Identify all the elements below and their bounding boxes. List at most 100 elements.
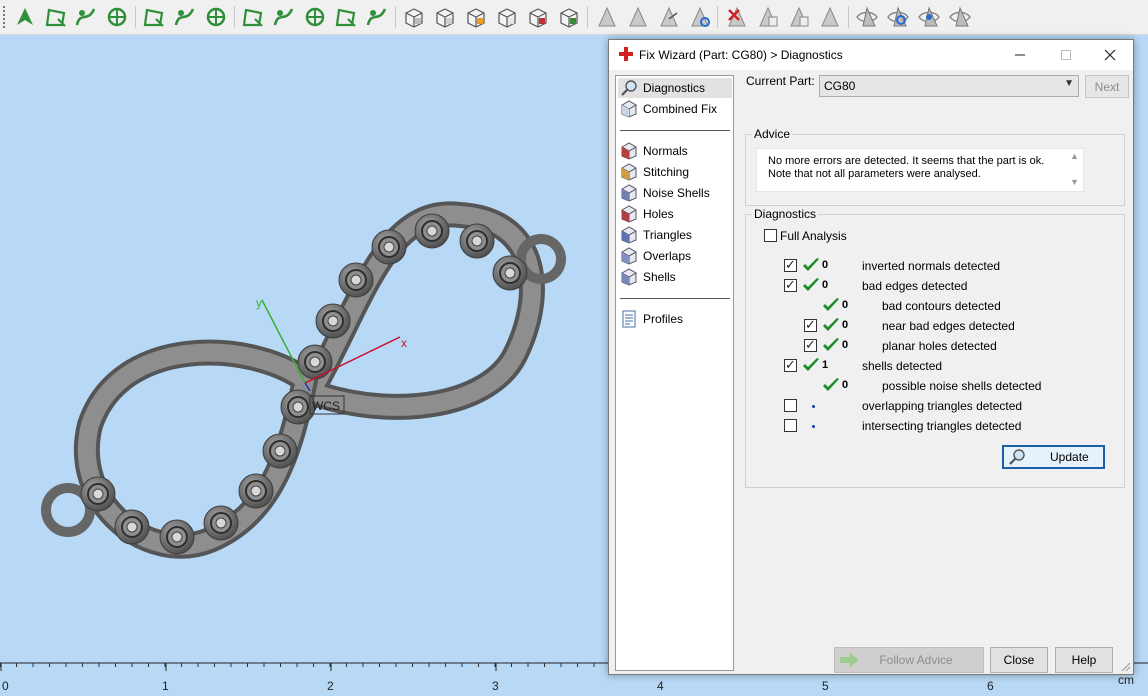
minimize-button[interactable]	[997, 40, 1043, 70]
current-part-select[interactable]: CG80 ▼	[819, 75, 1079, 97]
minimize-icon	[1015, 54, 1025, 56]
nav-item-overlaps[interactable]: Overlaps	[618, 246, 732, 266]
arrow-cursor-icon	[17, 8, 33, 25]
triangle-arrow-button[interactable]	[656, 4, 682, 30]
green-check-icon	[823, 318, 839, 331]
diag-row-label: shells detected	[862, 359, 943, 373]
eye-box-button[interactable]	[947, 4, 973, 30]
nav-item-triangles[interactable]: Triangles	[618, 225, 732, 245]
cube-green-button[interactable]	[556, 4, 582, 30]
ruler-tick-label: 1	[162, 679, 169, 693]
nav-item-label: Noise Shells	[643, 186, 710, 200]
advice-group: Advice No more errors are detected. It s…	[745, 127, 1125, 206]
diag-row-label: overlapping triangles detected	[862, 399, 1023, 413]
cube-view-icon	[405, 8, 423, 28]
cube-shade-button[interactable]	[525, 4, 551, 30]
circle-grid-button[interactable]	[333, 4, 359, 30]
diag-row-checkbox[interactable]	[804, 317, 817, 333]
cube-wire-button[interactable]	[494, 4, 520, 30]
node-select-button[interactable]	[172, 4, 198, 30]
rect-select-icon	[143, 8, 164, 27]
cube-view-button[interactable]	[401, 4, 427, 30]
dialog-titlebar[interactable]: Fix Wizard (Part: CG80) > Diagnostics	[609, 40, 1133, 70]
toolbar-separator	[717, 6, 718, 28]
nav-item-normals[interactable]: Normals	[618, 141, 732, 161]
toolbar-grip[interactable]	[3, 6, 6, 28]
rect-select-button[interactable]	[141, 4, 167, 30]
diag-row-checkbox[interactable]	[784, 357, 797, 373]
triangle-copy-button[interactable]	[755, 4, 781, 30]
nav-item-noise-shells[interactable]: Noise Shells	[618, 183, 732, 203]
cube-color-button[interactable]	[463, 4, 489, 30]
advice-scrollbar[interactable]: ▲ ▼	[1066, 149, 1083, 191]
green-check-icon	[803, 258, 819, 271]
holes-icon	[621, 205, 637, 223]
full-analysis-label: Full Analysis	[780, 229, 847, 243]
triangle-cut-button[interactable]	[625, 4, 651, 30]
triangle-delete-button[interactable]	[724, 4, 750, 30]
close-window-button[interactable]	[1087, 40, 1133, 70]
nav-item-profiles[interactable]: Profiles	[618, 309, 732, 329]
triangles-icon	[621, 226, 637, 244]
eye-blue-button[interactable]	[916, 4, 942, 30]
cube-shade-icon	[529, 8, 547, 28]
eye-refresh-button[interactable]	[885, 4, 911, 30]
diag-row-checkbox[interactable]	[784, 399, 797, 412]
nav-item-stitching[interactable]: Stitching	[618, 162, 732, 182]
help-button[interactable]: Help	[1055, 647, 1113, 673]
diag-row-checkbox[interactable]	[784, 277, 797, 293]
curve-select-icon	[75, 8, 96, 26]
follow-advice-button[interactable]: Follow Advice	[834, 647, 984, 673]
nav-item-diagnostics[interactable]: Diagnostics	[618, 78, 732, 98]
stone-setting-hole	[274, 445, 286, 457]
diag-row-checkbox[interactable]	[784, 257, 797, 273]
nav-separator	[620, 298, 730, 299]
wheel-select-icon	[107, 7, 127, 27]
advice-textbox[interactable]: No more errors are detected. It seems th…	[756, 148, 1084, 192]
scroll-down-icon[interactable]: ▼	[1066, 177, 1083, 187]
toolbar-separator	[395, 6, 396, 28]
nav-item-combined-fix[interactable]: Combined Fix	[618, 99, 732, 119]
full-analysis-checkbox[interactable]	[764, 229, 777, 242]
close-button[interactable]: Close	[990, 647, 1048, 673]
eye-triangle-button[interactable]	[854, 4, 880, 30]
resize-grip-icon[interactable]	[1121, 662, 1131, 672]
curve-select-button[interactable]	[73, 4, 99, 30]
arrow-cursor-button[interactable]	[12, 4, 38, 30]
cube-color-icon	[467, 8, 485, 28]
diag-row-label: near bad edges detected	[882, 319, 1015, 333]
update-button[interactable]: Update	[1002, 445, 1105, 469]
triangle-flat-button[interactable]	[817, 4, 843, 30]
diag-row-checkbox[interactable]	[804, 337, 817, 353]
diag-row-count: 0	[842, 299, 849, 311]
star-grid-button[interactable]	[364, 4, 390, 30]
triangle-refresh-button[interactable]	[687, 4, 713, 30]
triangle-page-button[interactable]	[786, 4, 812, 30]
stone-setting-hole	[250, 485, 262, 497]
next-button[interactable]: Next	[1085, 75, 1129, 98]
star-select-button[interactable]	[302, 4, 328, 30]
mesh-select-button[interactable]	[240, 4, 266, 30]
spline-select-icon	[206, 7, 226, 27]
stone-setting-hole	[215, 517, 227, 529]
cube-green-icon	[560, 8, 578, 28]
green-arrow-icon	[840, 653, 859, 667]
triangle-grey-button[interactable]	[594, 4, 620, 30]
nav-item-label: Combined Fix	[643, 102, 718, 116]
flower-select-button[interactable]	[271, 4, 297, 30]
region-select-button[interactable]	[43, 4, 69, 30]
spline-select-button[interactable]	[203, 4, 229, 30]
stone-setting-hole	[292, 401, 304, 413]
cube-front-button[interactable]	[432, 4, 458, 30]
nav-item-shells[interactable]: Shells	[618, 267, 732, 287]
node-select-icon	[174, 8, 195, 26]
nav-item-label: Profiles	[643, 312, 684, 326]
nav-item-holes[interactable]: Holes	[618, 204, 732, 224]
ruler-tick-label: 2	[327, 679, 334, 693]
diag-row-checkbox[interactable]	[784, 419, 797, 432]
wizard-nav: Diagnostics Combined Fix Normals Stitching N…	[615, 75, 734, 671]
wheel-select-button[interactable]	[104, 4, 130, 30]
ruler-tick-label: 3	[492, 679, 499, 693]
scroll-up-icon[interactable]: ▲	[1066, 151, 1083, 161]
maximize-button[interactable]	[1043, 40, 1089, 70]
